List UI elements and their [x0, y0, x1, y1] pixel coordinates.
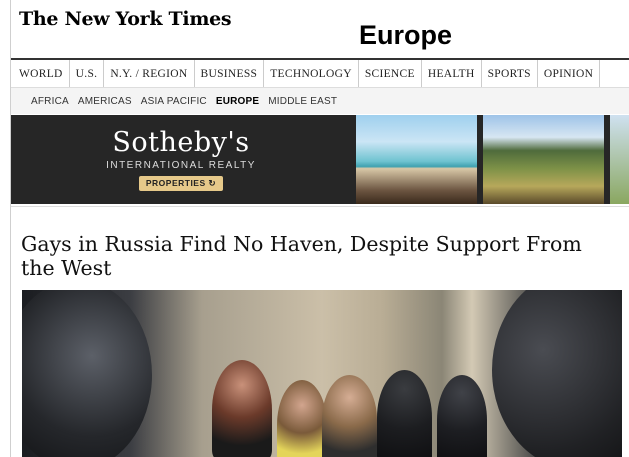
hero-riot-helmet-left [22, 290, 152, 457]
sothebys-ad-banner[interactable]: Sotheby's INTERNATIONAL REALTY PROPERTIE… [11, 115, 629, 204]
nav-item-world[interactable]: WORLD [11, 60, 70, 87]
ad-photo-terrace [356, 115, 477, 204]
hero-figure-police-officer [377, 370, 432, 457]
ad-brand-block: Sotheby's INTERNATIONAL REALTY PROPERTIE… [11, 115, 351, 204]
sothebys-logo: Sotheby's [112, 127, 250, 158]
subnav-item-americas[interactable]: AMERICAS [78, 96, 132, 107]
ad-separator [11, 206, 629, 207]
section-title: Europe [359, 20, 453, 50]
nav-item-sports[interactable]: SPORTS [482, 60, 538, 87]
hero-figure-police-officer-2 [437, 375, 487, 457]
nav-item-health[interactable]: HEALTH [422, 60, 482, 87]
nav-item-us[interactable]: U.S. [70, 60, 105, 87]
nav-item-ny-region[interactable]: N.Y. / REGION [104, 60, 195, 87]
subnav-item-middle-east[interactable]: MIDDLE EAST [268, 96, 337, 107]
subnav-item-asia-pacific[interactable]: ASIA PACIFIC [141, 96, 207, 107]
ad-photo-mountains [483, 115, 604, 204]
hero-riot-helmet-right [492, 290, 622, 457]
nav-item-opinion[interactable]: OPINION [538, 60, 601, 87]
section-nav: WORLD U.S. N.Y. / REGION BUSINESS TECHNO… [11, 60, 629, 88]
nyt-logo[interactable]: The New York Times [19, 8, 232, 30]
subnav-item-africa[interactable]: AFRICA [31, 96, 69, 107]
subnav: AFRICA AMERICAS ASIA PACIFIC EUROPE MIDD… [31, 88, 346, 114]
subnav-bar: AFRICA AMERICAS ASIA PACIFIC EUROPE MIDD… [11, 88, 629, 114]
article-hero-image[interactable] [22, 290, 622, 457]
hero-figure-young-man [212, 360, 272, 457]
subnav-item-europe[interactable]: EUROPE [216, 96, 259, 107]
ad-subtitle: INTERNATIONAL REALTY [106, 160, 256, 171]
nav-item-business[interactable]: BUSINESS [195, 60, 265, 87]
ad-photo-partial [610, 115, 629, 204]
nav-item-science[interactable]: SCIENCE [359, 60, 422, 87]
hero-figure-young-man-2 [322, 375, 377, 457]
article-headline[interactable]: Gays in Russia Find No Haven, Despite Su… [21, 232, 621, 280]
page-frame: The New York Times Europe WORLD U.S. N.Y… [10, 0, 629, 457]
nav-item-technology[interactable]: TECHNOLOGY [264, 60, 359, 87]
properties-button[interactable]: PROPERTIES ↻ [138, 176, 224, 191]
